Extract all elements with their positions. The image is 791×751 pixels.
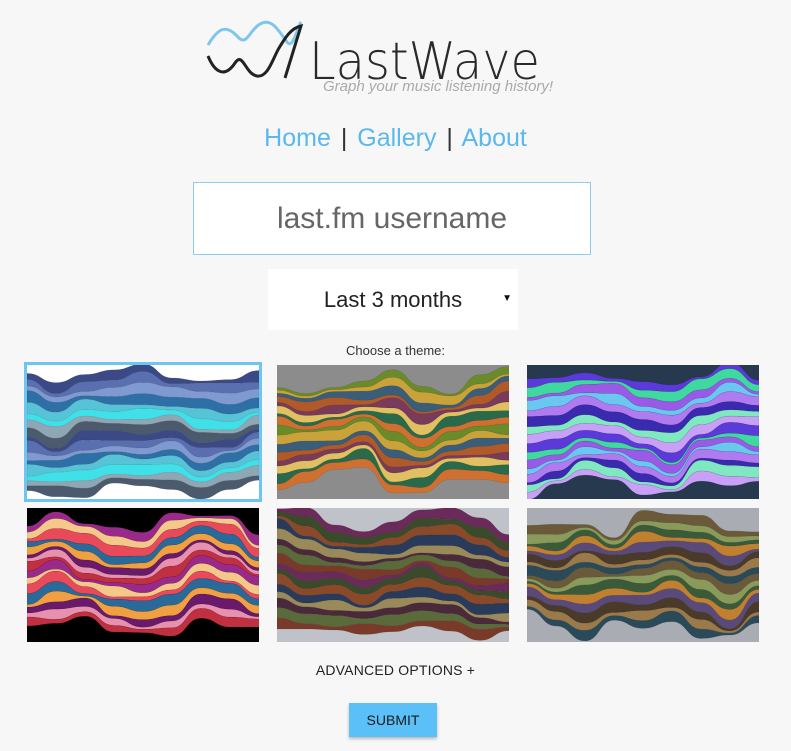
nav-about-link[interactable]: About — [461, 124, 526, 152]
theme-option[interactable] — [27, 508, 259, 642]
nav-separator: | — [446, 124, 453, 152]
streamgraph-preview — [277, 508, 509, 642]
nav-separator: | — [340, 124, 348, 152]
dropdown-caret-icon: ▼ — [502, 293, 512, 304]
wave-logo-icon — [206, 20, 304, 79]
theme-option[interactable] — [527, 365, 759, 499]
time-period-value: Last 3 months — [323, 286, 463, 312]
submit-button[interactable]: SUBMIT — [349, 703, 437, 737]
theme-label: Choose a theme: — [345, 343, 445, 358]
theme-option[interactable] — [527, 508, 759, 642]
streamgraph-preview — [27, 508, 259, 642]
advanced-options-toggle[interactable]: ADVANCED OPTIONS + — [0, 662, 791, 678]
streamgraph-preview — [277, 365, 509, 499]
streamgraph-preview — [527, 365, 759, 499]
logo: LastWave Graph your music listening hist… — [205, 18, 585, 98]
time-period-select[interactable]: Last 3 months ▼ — [268, 269, 518, 330]
streamgraph-preview — [27, 365, 259, 499]
app-subtitle: Graph your music listening history! — [323, 78, 554, 95]
nav-gallery-link[interactable]: Gallery — [357, 124, 436, 152]
theme-option[interactable] — [24, 362, 262, 502]
theme-option[interactable] — [277, 365, 509, 499]
nav-home-link[interactable]: Home — [264, 124, 331, 152]
main-nav: Home | Gallery | About — [0, 124, 791, 153]
streamgraph-preview — [527, 508, 759, 642]
username-input[interactable] — [193, 182, 591, 255]
theme-option[interactable] — [277, 508, 509, 642]
